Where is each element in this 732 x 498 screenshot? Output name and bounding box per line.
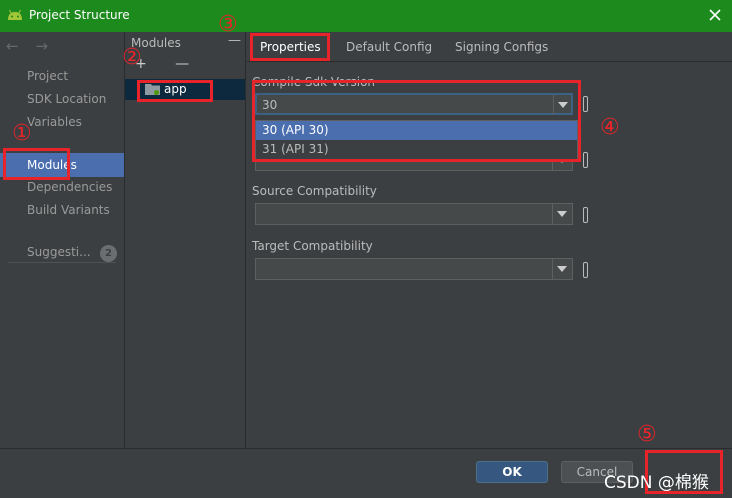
combo-separator (552, 259, 553, 279)
compile-sdk-extra-button[interactable] (583, 96, 588, 112)
annotation-box-4 (252, 80, 581, 162)
chevron-down-icon (557, 211, 567, 217)
annotation-number-5: ⑤ (637, 422, 657, 447)
target-compat-label: Target Compatibility (252, 239, 373, 253)
title-bar: Project Structure (0, 0, 732, 32)
combo-separator (552, 204, 553, 224)
back-forward-arrows[interactable]: ← → (6, 37, 54, 55)
hidden-field-extra-button[interactable] (583, 152, 588, 168)
annotation-number-2: ② (122, 45, 142, 70)
nav-item-project[interactable]: Project (27, 69, 68, 83)
window-title: Project Structure (29, 8, 130, 22)
source-compat-extra-button[interactable] (583, 207, 588, 223)
chevron-down-icon (557, 266, 567, 272)
nav-item-dependencies[interactable]: Dependencies (27, 180, 112, 194)
annotation-number-1: ① (12, 121, 32, 146)
panel-divider (245, 32, 246, 448)
tab-default-config[interactable]: Default Config (346, 40, 432, 54)
target-compat-extra-button[interactable] (583, 262, 588, 278)
annotation-box-1 (3, 148, 70, 180)
source-compat-dropdown[interactable] (255, 203, 573, 225)
tab-signing-configs[interactable]: Signing Configs (455, 40, 548, 54)
nav-item-variables[interactable]: Variables (27, 115, 82, 129)
target-compat-dropdown[interactable] (255, 258, 573, 280)
close-icon[interactable] (706, 6, 724, 24)
annotation-number-3: ③ (218, 12, 238, 37)
suggestions-count-badge: 2 (100, 245, 117, 262)
nav-item-build-variants[interactable]: Build Variants (27, 203, 110, 217)
nav-item-sdk-location[interactable]: SDK Location (27, 92, 106, 106)
settings-nav: ← → Project SDK Location Variables Modul… (0, 32, 124, 448)
source-compat-label: Source Compatibility (252, 184, 377, 198)
nav-divider (8, 262, 116, 263)
annotation-number-4: ④ (600, 115, 620, 140)
annotation-box-3 (250, 33, 330, 61)
android-icon (8, 9, 22, 20)
nav-item-suggestions[interactable]: Suggesti... (27, 245, 91, 259)
add-remove-module-buttons[interactable]: + — (135, 56, 201, 72)
watermark-text: CSDN @棉猴 (604, 473, 709, 493)
ok-button[interactable]: OK (476, 461, 548, 483)
annotation-box-2 (137, 80, 213, 102)
